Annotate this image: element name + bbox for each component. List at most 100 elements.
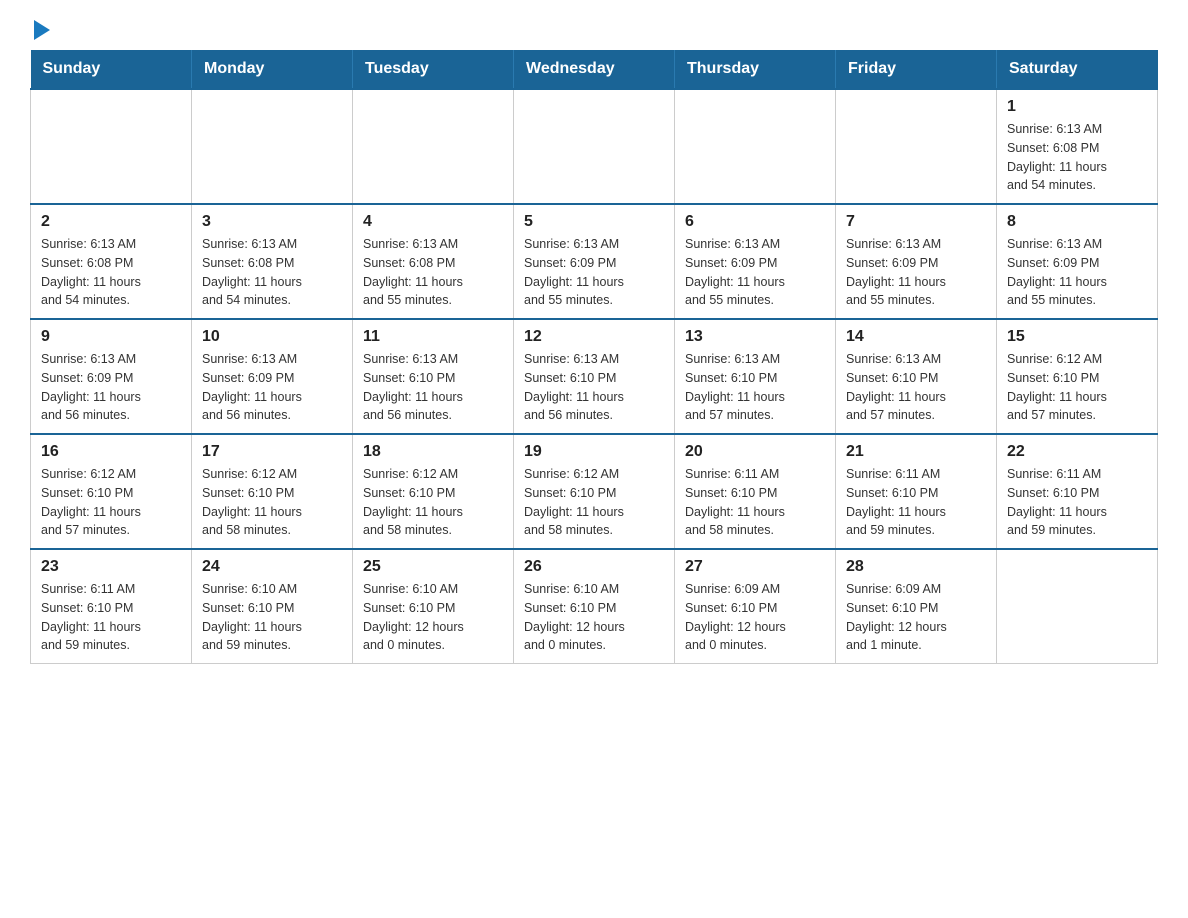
day-number: 4 [363, 213, 503, 231]
day-number: 21 [846, 443, 986, 461]
weekday-header-row: SundayMondayTuesdayWednesdayThursdayFrid… [31, 50, 1158, 89]
day-number: 14 [846, 328, 986, 346]
day-info: Sunrise: 6:10 AM Sunset: 6:10 PM Dayligh… [202, 580, 342, 655]
calendar-body: 1 Sunrise: 6:13 AM Sunset: 6:08 PM Daylig… [31, 89, 1158, 664]
day-number: 6 [685, 213, 825, 231]
day-number: 2 [41, 213, 181, 231]
week-row-1: 1 Sunrise: 6:13 AM Sunset: 6:08 PM Daylig… [31, 89, 1158, 204]
day-number: 10 [202, 328, 342, 346]
calendar-cell [514, 89, 675, 204]
calendar-cell: 26 Sunrise: 6:10 AM Sunset: 6:10 PM Dayli… [514, 549, 675, 664]
calendar-cell: 3 Sunrise: 6:13 AM Sunset: 6:08 PM Daylig… [192, 204, 353, 319]
day-number: 1 [1007, 98, 1147, 116]
logo [30, 20, 50, 40]
calendar-cell: 8 Sunrise: 6:13 AM Sunset: 6:09 PM Daylig… [997, 204, 1158, 319]
calendar-cell: 25Sunrise: 6:10 AM Sunset: 6:10 PM Dayli… [353, 549, 514, 664]
day-info: Sunrise: 6:12 AM Sunset: 6:10 PM Dayligh… [524, 465, 664, 540]
calendar-cell: 16 Sunrise: 6:12 AM Sunset: 6:10 PM Dayli… [31, 434, 192, 549]
day-info: Sunrise: 6:13 AM Sunset: 6:10 PM Dayligh… [363, 350, 503, 425]
calendar-cell: 15 Sunrise: 6:12 AM Sunset: 6:10 PM Dayli… [997, 319, 1158, 434]
day-info: Sunrise: 6:13 AM Sunset: 6:09 PM Dayligh… [846, 235, 986, 310]
week-row-4: 16 Sunrise: 6:12 AM Sunset: 6:10 PM Dayli… [31, 434, 1158, 549]
day-number: 13 [685, 328, 825, 346]
day-number: 12 [524, 328, 664, 346]
day-number: 5 [524, 213, 664, 231]
day-info: Sunrise: 6:12 AM Sunset: 6:10 PM Dayligh… [41, 465, 181, 540]
day-info: Sunrise: 6:10 AM Sunset: 6:10 PM Dayligh… [524, 580, 664, 655]
weekday-header-saturday: Saturday [997, 50, 1158, 89]
day-number: 11 [363, 328, 503, 346]
calendar-cell [997, 549, 1158, 664]
week-row-3: 9 Sunrise: 6:13 AM Sunset: 6:09 PM Daylig… [31, 319, 1158, 434]
calendar-cell: 11 Sunrise: 6:13 AM Sunset: 6:10 PM Dayli… [353, 319, 514, 434]
calendar-cell: 13 Sunrise: 6:13 AM Sunset: 6:10 PM Dayli… [675, 319, 836, 434]
calendar-cell [353, 89, 514, 204]
calendar-cell: 20Sunrise: 6:11 AM Sunset: 6:10 PM Dayli… [675, 434, 836, 549]
calendar-header: SundayMondayTuesdayWednesdayThursdayFrid… [31, 50, 1158, 89]
day-number: 24 [202, 558, 342, 576]
weekday-header-wednesday: Wednesday [514, 50, 675, 89]
week-row-5: 23Sunrise: 6:11 AM Sunset: 6:10 PM Dayli… [31, 549, 1158, 664]
calendar-cell: 7 Sunrise: 6:13 AM Sunset: 6:09 PM Daylig… [836, 204, 997, 319]
calendar-cell: 1 Sunrise: 6:13 AM Sunset: 6:08 PM Daylig… [997, 89, 1158, 204]
day-info: Sunrise: 6:13 AM Sunset: 6:08 PM Dayligh… [363, 235, 503, 310]
day-number: 17 [202, 443, 342, 461]
day-info: Sunrise: 6:13 AM Sunset: 6:08 PM Dayligh… [1007, 120, 1147, 195]
calendar-cell: 5 Sunrise: 6:13 AM Sunset: 6:09 PM Daylig… [514, 204, 675, 319]
day-info: Sunrise: 6:13 AM Sunset: 6:10 PM Dayligh… [846, 350, 986, 425]
calendar-cell: 28 Sunrise: 6:09 AM Sunset: 6:10 PM Dayli… [836, 549, 997, 664]
page-header [30, 20, 1158, 40]
day-number: 25 [363, 558, 503, 576]
weekday-header-sunday: Sunday [31, 50, 192, 89]
day-info: Sunrise: 6:11 AM Sunset: 6:10 PM Dayligh… [846, 465, 986, 540]
day-info: Sunrise: 6:13 AM Sunset: 6:09 PM Dayligh… [524, 235, 664, 310]
calendar-cell: 6 Sunrise: 6:13 AM Sunset: 6:09 PM Daylig… [675, 204, 836, 319]
day-info: Sunrise: 6:13 AM Sunset: 6:10 PM Dayligh… [524, 350, 664, 425]
calendar-cell: 10 Sunrise: 6:13 AM Sunset: 6:09 PM Dayli… [192, 319, 353, 434]
calendar-cell: 14 Sunrise: 6:13 AM Sunset: 6:10 PM Dayli… [836, 319, 997, 434]
day-info: Sunrise: 6:11 AM Sunset: 6:10 PM Dayligh… [1007, 465, 1147, 540]
day-number: 22 [1007, 443, 1147, 461]
day-number: 16 [41, 443, 181, 461]
day-number: 23 [41, 558, 181, 576]
day-info: Sunrise: 6:13 AM Sunset: 6:09 PM Dayligh… [685, 235, 825, 310]
calendar-cell: 21 Sunrise: 6:11 AM Sunset: 6:10 PM Dayli… [836, 434, 997, 549]
week-row-2: 2 Sunrise: 6:13 AM Sunset: 6:08 PM Daylig… [31, 204, 1158, 319]
day-number: 19 [524, 443, 664, 461]
day-number: 3 [202, 213, 342, 231]
logo-general-text [30, 20, 50, 40]
day-info: Sunrise: 6:12 AM Sunset: 6:10 PM Dayligh… [202, 465, 342, 540]
day-info: Sunrise: 6:12 AM Sunset: 6:10 PM Dayligh… [363, 465, 503, 540]
calendar-cell: 24 Sunrise: 6:10 AM Sunset: 6:10 PM Dayli… [192, 549, 353, 664]
weekday-header-tuesday: Tuesday [353, 50, 514, 89]
day-info: Sunrise: 6:09 AM Sunset: 6:10 PM Dayligh… [846, 580, 986, 655]
day-info: Sunrise: 6:12 AM Sunset: 6:10 PM Dayligh… [1007, 350, 1147, 425]
calendar-cell: 4 Sunrise: 6:13 AM Sunset: 6:08 PM Daylig… [353, 204, 514, 319]
day-info: Sunrise: 6:13 AM Sunset: 6:09 PM Dayligh… [1007, 235, 1147, 310]
calendar-table: SundayMondayTuesdayWednesdayThursdayFrid… [30, 50, 1158, 664]
calendar-cell: 22 Sunrise: 6:11 AM Sunset: 6:10 PM Dayli… [997, 434, 1158, 549]
calendar-cell: 17 Sunrise: 6:12 AM Sunset: 6:10 PM Dayli… [192, 434, 353, 549]
day-number: 8 [1007, 213, 1147, 231]
day-number: 9 [41, 328, 181, 346]
calendar-cell: 9 Sunrise: 6:13 AM Sunset: 6:09 PM Daylig… [31, 319, 192, 434]
logo-triangle-icon [34, 20, 50, 40]
day-info: Sunrise: 6:13 AM Sunset: 6:08 PM Dayligh… [202, 235, 342, 310]
calendar-cell: 27 Sunrise: 6:09 AM Sunset: 6:10 PM Dayli… [675, 549, 836, 664]
calendar-cell [31, 89, 192, 204]
day-info: Sunrise: 6:13 AM Sunset: 6:09 PM Dayligh… [202, 350, 342, 425]
day-number: 26 [524, 558, 664, 576]
day-number: 20 [685, 443, 825, 461]
day-number: 7 [846, 213, 986, 231]
day-info: Sunrise: 6:13 AM Sunset: 6:09 PM Dayligh… [41, 350, 181, 425]
calendar-cell: 23Sunrise: 6:11 AM Sunset: 6:10 PM Dayli… [31, 549, 192, 664]
day-info: Sunrise: 6:13 AM Sunset: 6:10 PM Dayligh… [685, 350, 825, 425]
calendar-cell: 2Sunrise: 6:13 AM Sunset: 6:08 PM Daylig… [31, 204, 192, 319]
day-number: 27 [685, 558, 825, 576]
day-info: Sunrise: 6:09 AM Sunset: 6:10 PM Dayligh… [685, 580, 825, 655]
day-number: 15 [1007, 328, 1147, 346]
calendar-cell [192, 89, 353, 204]
day-number: 28 [846, 558, 986, 576]
calendar-cell [836, 89, 997, 204]
calendar-cell: 19 Sunrise: 6:12 AM Sunset: 6:10 PM Dayli… [514, 434, 675, 549]
